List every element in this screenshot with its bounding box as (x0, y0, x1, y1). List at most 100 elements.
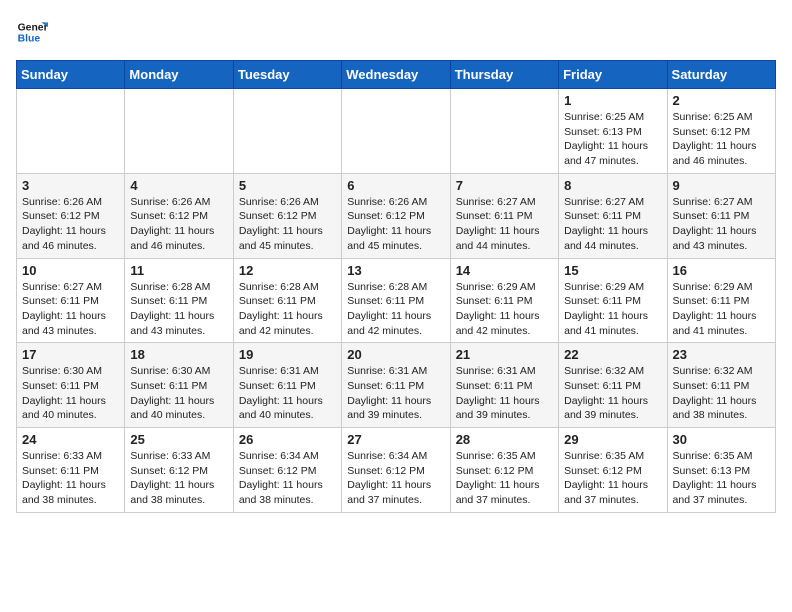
week-row-1: 1 Sunrise: 6:25 AM Sunset: 6:13 PM Daylig… (17, 89, 776, 174)
calendar-cell: 17 Sunrise: 6:30 AM Sunset: 6:11 PM Dayli… (17, 343, 125, 428)
calendar-cell: 24 Sunrise: 6:33 AM Sunset: 6:11 PM Dayli… (17, 428, 125, 513)
day-number: 10 (22, 263, 119, 278)
week-row-4: 17 Sunrise: 6:30 AM Sunset: 6:11 PM Dayli… (17, 343, 776, 428)
day-number: 1 (564, 93, 661, 108)
week-row-2: 3 Sunrise: 6:26 AM Sunset: 6:12 PM Daylig… (17, 173, 776, 258)
day-number: 2 (673, 93, 770, 108)
calendar-table: SundayMondayTuesdayWednesdayThursdayFrid… (16, 60, 776, 513)
day-info: Sunrise: 6:29 AM Sunset: 6:11 PM Dayligh… (564, 280, 661, 339)
dow-header-thursday: Thursday (450, 61, 558, 89)
day-number: 6 (347, 178, 444, 193)
day-number: 18 (130, 347, 227, 362)
calendar-cell: 6 Sunrise: 6:26 AM Sunset: 6:12 PM Daylig… (342, 173, 450, 258)
day-info: Sunrise: 6:30 AM Sunset: 6:11 PM Dayligh… (22, 364, 119, 423)
calendar-cell: 28 Sunrise: 6:35 AM Sunset: 6:12 PM Dayli… (450, 428, 558, 513)
day-info: Sunrise: 6:29 AM Sunset: 6:11 PM Dayligh… (456, 280, 553, 339)
day-info: Sunrise: 6:28 AM Sunset: 6:11 PM Dayligh… (130, 280, 227, 339)
calendar-cell: 13 Sunrise: 6:28 AM Sunset: 6:11 PM Dayli… (342, 258, 450, 343)
week-row-5: 24 Sunrise: 6:33 AM Sunset: 6:11 PM Dayli… (17, 428, 776, 513)
day-info: Sunrise: 6:28 AM Sunset: 6:11 PM Dayligh… (347, 280, 444, 339)
calendar-cell (125, 89, 233, 174)
day-number: 17 (22, 347, 119, 362)
day-info: Sunrise: 6:27 AM Sunset: 6:11 PM Dayligh… (564, 195, 661, 254)
logo-icon: General Blue (16, 16, 48, 48)
day-number: 24 (22, 432, 119, 447)
calendar-cell: 1 Sunrise: 6:25 AM Sunset: 6:13 PM Daylig… (559, 89, 667, 174)
day-number: 23 (673, 347, 770, 362)
day-number: 9 (673, 178, 770, 193)
day-info: Sunrise: 6:27 AM Sunset: 6:11 PM Dayligh… (22, 280, 119, 339)
day-number: 8 (564, 178, 661, 193)
day-info: Sunrise: 6:31 AM Sunset: 6:11 PM Dayligh… (456, 364, 553, 423)
day-info: Sunrise: 6:35 AM Sunset: 6:12 PM Dayligh… (456, 449, 553, 508)
day-number: 20 (347, 347, 444, 362)
calendar-cell: 16Sunrise: 6:29 AM Sunset: 6:11 PM Dayli… (667, 258, 775, 343)
svg-text:General: General (18, 22, 48, 33)
calendar-cell: 8 Sunrise: 6:27 AM Sunset: 6:11 PM Daylig… (559, 173, 667, 258)
day-number: 4 (130, 178, 227, 193)
calendar-cell (233, 89, 341, 174)
day-number: 15 (564, 263, 661, 278)
calendar-cell: 14 Sunrise: 6:29 AM Sunset: 6:11 PM Dayli… (450, 258, 558, 343)
day-info: Sunrise: 6:26 AM Sunset: 6:12 PM Dayligh… (347, 195, 444, 254)
calendar-cell: 2 Sunrise: 6:25 AM Sunset: 6:12 PM Daylig… (667, 89, 775, 174)
logo: General Blue (16, 16, 48, 48)
calendar-cell: 3 Sunrise: 6:26 AM Sunset: 6:12 PM Daylig… (17, 173, 125, 258)
calendar-cell: 30Sunrise: 6:35 AM Sunset: 6:13 PM Dayli… (667, 428, 775, 513)
day-info: Sunrise: 6:27 AM Sunset: 6:11 PM Dayligh… (673, 195, 770, 254)
day-number: 11 (130, 263, 227, 278)
day-info: Sunrise: 6:33 AM Sunset: 6:11 PM Dayligh… (22, 449, 119, 508)
day-number: 7 (456, 178, 553, 193)
day-info: Sunrise: 6:29 AM Sunset: 6:11 PM Dayligh… (673, 280, 770, 339)
calendar-cell: 4 Sunrise: 6:26 AM Sunset: 6:12 PM Daylig… (125, 173, 233, 258)
day-number: 22 (564, 347, 661, 362)
day-info: Sunrise: 6:35 AM Sunset: 6:13 PM Dayligh… (673, 449, 770, 508)
calendar-cell: 11 Sunrise: 6:28 AM Sunset: 6:11 PM Dayli… (125, 258, 233, 343)
calendar-cell: 5 Sunrise: 6:26 AM Sunset: 6:12 PM Daylig… (233, 173, 341, 258)
dow-header-sunday: Sunday (17, 61, 125, 89)
day-info: Sunrise: 6:31 AM Sunset: 6:11 PM Dayligh… (347, 364, 444, 423)
day-info: Sunrise: 6:25 AM Sunset: 6:13 PM Dayligh… (564, 110, 661, 169)
page-header: General Blue (16, 16, 776, 48)
day-number: 25 (130, 432, 227, 447)
day-number: 19 (239, 347, 336, 362)
svg-text:Blue: Blue (18, 34, 41, 45)
calendar-cell: 22Sunrise: 6:32 AM Sunset: 6:11 PM Dayli… (559, 343, 667, 428)
dow-header-wednesday: Wednesday (342, 61, 450, 89)
day-info: Sunrise: 6:35 AM Sunset: 6:12 PM Dayligh… (564, 449, 661, 508)
day-info: Sunrise: 6:26 AM Sunset: 6:12 PM Dayligh… (239, 195, 336, 254)
day-number: 14 (456, 263, 553, 278)
calendar-cell: 23 Sunrise: 6:32 AM Sunset: 6:11 PM Dayli… (667, 343, 775, 428)
day-info: Sunrise: 6:26 AM Sunset: 6:12 PM Dayligh… (130, 195, 227, 254)
day-number: 13 (347, 263, 444, 278)
day-info: Sunrise: 6:33 AM Sunset: 6:12 PM Dayligh… (130, 449, 227, 508)
day-number: 5 (239, 178, 336, 193)
day-number: 26 (239, 432, 336, 447)
dow-header-monday: Monday (125, 61, 233, 89)
day-number: 3 (22, 178, 119, 193)
day-number: 21 (456, 347, 553, 362)
calendar-cell: 26 Sunrise: 6:34 AM Sunset: 6:12 PM Dayli… (233, 428, 341, 513)
calendar-cell (17, 89, 125, 174)
calendar-cell: 20 Sunrise: 6:31 AM Sunset: 6:11 PM Dayli… (342, 343, 450, 428)
calendar-cell: 21 Sunrise: 6:31 AM Sunset: 6:11 PM Dayli… (450, 343, 558, 428)
day-number: 12 (239, 263, 336, 278)
calendar-cell: 12Sunrise: 6:28 AM Sunset: 6:11 PM Dayli… (233, 258, 341, 343)
calendar-cell: 10 Sunrise: 6:27 AM Sunset: 6:11 PM Dayli… (17, 258, 125, 343)
dow-header-tuesday: Tuesday (233, 61, 341, 89)
day-info: Sunrise: 6:34 AM Sunset: 6:12 PM Dayligh… (239, 449, 336, 508)
dow-header-friday: Friday (559, 61, 667, 89)
day-info: Sunrise: 6:34 AM Sunset: 6:12 PM Dayligh… (347, 449, 444, 508)
calendar-cell: 9 Sunrise: 6:27 AM Sunset: 6:11 PM Daylig… (667, 173, 775, 258)
calendar-cell: 18 Sunrise: 6:30 AM Sunset: 6:11 PM Dayli… (125, 343, 233, 428)
day-info: Sunrise: 6:32 AM Sunset: 6:11 PM Dayligh… (673, 364, 770, 423)
calendar-cell: 19 Sunrise: 6:31 AM Sunset: 6:11 PM Dayli… (233, 343, 341, 428)
calendar-cell: 7Sunrise: 6:27 AM Sunset: 6:11 PM Daylig… (450, 173, 558, 258)
day-info: Sunrise: 6:31 AM Sunset: 6:11 PM Dayligh… (239, 364, 336, 423)
day-info: Sunrise: 6:25 AM Sunset: 6:12 PM Dayligh… (673, 110, 770, 169)
day-info: Sunrise: 6:30 AM Sunset: 6:11 PM Dayligh… (130, 364, 227, 423)
day-number: 29 (564, 432, 661, 447)
day-number: 28 (456, 432, 553, 447)
calendar-cell: 29 Sunrise: 6:35 AM Sunset: 6:12 PM Dayli… (559, 428, 667, 513)
day-info: Sunrise: 6:26 AM Sunset: 6:12 PM Dayligh… (22, 195, 119, 254)
